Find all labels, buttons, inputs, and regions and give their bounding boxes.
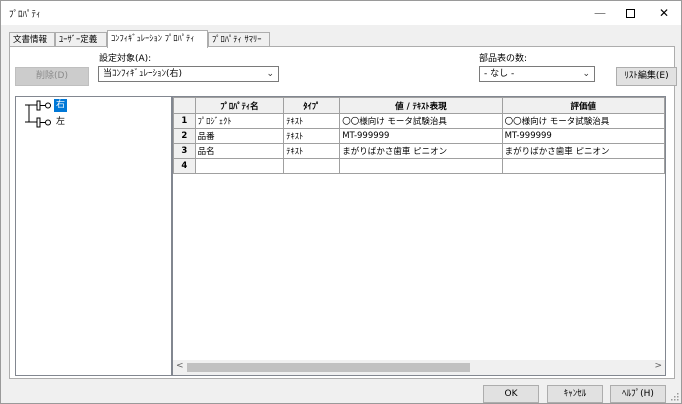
row-number[interactable]: 4 bbox=[173, 158, 196, 174]
scroll-right-icon[interactable]: > bbox=[654, 361, 662, 371]
cell-type[interactable] bbox=[283, 158, 341, 174]
tab-properties-summary[interactable]: ﾌﾟﾛﾊﾟﾃｨ ｻﾏﾘｰ bbox=[208, 32, 270, 47]
help-button[interactable]: ﾍﾙﾌﾟ(H) bbox=[610, 385, 666, 403]
cell-property-name[interactable]: 品番 bbox=[194, 128, 285, 144]
tab-document-info[interactable]: 文書情報 bbox=[9, 32, 55, 47]
tree-item-label: 左 bbox=[56, 117, 66, 127]
properties-table: ﾌﾟﾛﾊﾟﾃｨ名 ﾀｲﾌﾟ 値 / ﾃｷｽﾄ表現 評価値 1 ﾌﾟﾛｼﾞｪｸﾄ … bbox=[173, 97, 665, 174]
column-header-evaluated-value[interactable]: 評価値 bbox=[501, 97, 665, 114]
chevron-down-icon: ⌄ bbox=[266, 69, 274, 79]
close-icon[interactable]: ✕ bbox=[649, 1, 679, 25]
row-number[interactable]: 1 bbox=[173, 113, 196, 129]
cell-type[interactable]: ﾃｷｽﾄ bbox=[283, 113, 341, 129]
delete-button[interactable]: 削除(D) bbox=[15, 67, 89, 86]
properties-grid[interactable]: ﾌﾟﾛﾊﾟﾃｨ名 ﾀｲﾌﾟ 値 / ﾃｷｽﾄ表現 評価値 1 ﾌﾟﾛｼﾞｪｸﾄ … bbox=[172, 96, 666, 376]
target-select[interactable]: 当ｺﾝﾌｨｷﾞｭﾚｰｼｮﾝ(右) ⌄ bbox=[98, 66, 279, 82]
cell-type[interactable]: ﾃｷｽﾄ bbox=[283, 143, 341, 159]
cell-evaluated-value bbox=[501, 158, 665, 174]
cell-evaluated-value: MT-999999 bbox=[501, 128, 665, 144]
target-select-value: 当ｺﾝﾌｨｷﾞｭﾚｰｼｮﾝ(右) bbox=[103, 69, 183, 79]
table-row: 1 ﾌﾟﾛｼﾞｪｸﾄ ﾃｷｽﾄ 〇〇様向け モータ試験治具 〇〇様向け モータ試… bbox=[173, 113, 665, 129]
cell-value[interactable]: MT-999999 bbox=[339, 128, 503, 144]
configuration-icon bbox=[36, 117, 51, 128]
configuration-icon bbox=[36, 100, 51, 111]
horizontal-scrollbar[interactable]: < > bbox=[173, 360, 665, 375]
parts-table-select-value: - なし - bbox=[484, 69, 515, 79]
tree-item-label: 右 bbox=[54, 99, 68, 112]
ok-button[interactable]: OK bbox=[483, 385, 539, 403]
chevron-down-icon: ⌄ bbox=[582, 69, 590, 79]
resize-grip-icon[interactable] bbox=[671, 393, 679, 401]
scrollbar-thumb[interactable] bbox=[187, 363, 470, 372]
list-edit-button[interactable]: ﾘｽﾄ編集(E) bbox=[616, 67, 677, 86]
tab-configuration-properties[interactable]: ｺﾝﾌｨｷﾞｭﾚｰｼｮﾝ ﾌﾟﾛﾊﾟﾃｨ bbox=[107, 30, 208, 48]
table-row: 2 品番 ﾃｷｽﾄ MT-999999 MT-999999 bbox=[173, 128, 665, 144]
minimize-icon[interactable]: — bbox=[585, 1, 615, 25]
title-bar: ﾌﾟﾛﾊﾟﾃｨ — ✕ bbox=[1, 1, 681, 25]
cell-property-name[interactable] bbox=[194, 158, 285, 174]
properties-dialog: ﾌﾟﾛﾊﾟﾃｨ — ✕ 文書情報 ﾕｰｻﾞｰ定義 ｺﾝﾌｨｷﾞｭﾚｰｼｮﾝ ﾌﾟ… bbox=[0, 0, 682, 404]
cancel-button[interactable]: ｷｬﾝｾﾙ bbox=[547, 385, 603, 403]
column-header-value[interactable]: 値 / ﾃｷｽﾄ表現 bbox=[339, 97, 503, 114]
scroll-left-icon[interactable]: < bbox=[176, 361, 184, 371]
row-number[interactable]: 3 bbox=[173, 143, 196, 159]
parts-table-select[interactable]: - なし - ⌄ bbox=[479, 66, 595, 82]
cell-evaluated-value: まがりばかさ歯車 ピニオン bbox=[501, 143, 665, 159]
configuration-tree[interactable]: 右 左 bbox=[15, 96, 172, 376]
column-header-property-name[interactable]: ﾌﾟﾛﾊﾟﾃｨ名 bbox=[194, 97, 285, 114]
table-row: 3 品名 ﾃｷｽﾄ まがりばかさ歯車 ピニオン まがりばかさ歯車 ピニオン bbox=[173, 143, 665, 159]
cell-value[interactable]: まがりばかさ歯車 ピニオン bbox=[339, 143, 503, 159]
cell-value[interactable] bbox=[339, 158, 503, 174]
window-title: ﾌﾟﾛﾊﾟﾃｨ bbox=[9, 10, 41, 20]
parts-table-label: 部品表の数: bbox=[479, 54, 528, 64]
corner-cell[interactable] bbox=[173, 97, 196, 114]
cell-type[interactable]: ﾃｷｽﾄ bbox=[283, 128, 341, 144]
target-label: 設定対象(A): bbox=[99, 54, 152, 64]
tab-user-defined[interactable]: ﾕｰｻﾞｰ定義 bbox=[55, 32, 107, 47]
cell-value[interactable]: 〇〇様向け モータ試験治具 bbox=[339, 113, 503, 129]
row-number[interactable]: 2 bbox=[173, 128, 196, 144]
maximize-icon[interactable] bbox=[615, 1, 645, 25]
cell-evaluated-value: 〇〇様向け モータ試験治具 bbox=[501, 113, 665, 129]
cell-property-name[interactable]: ﾌﾟﾛｼﾞｪｸﾄ bbox=[194, 113, 285, 129]
table-row: 4 bbox=[173, 158, 665, 174]
table-header-row: ﾌﾟﾛﾊﾟﾃｨ名 ﾀｲﾌﾟ 値 / ﾃｷｽﾄ表現 評価値 bbox=[173, 97, 665, 114]
column-header-type[interactable]: ﾀｲﾌﾟ bbox=[283, 97, 341, 114]
cell-property-name[interactable]: 品名 bbox=[194, 143, 285, 159]
